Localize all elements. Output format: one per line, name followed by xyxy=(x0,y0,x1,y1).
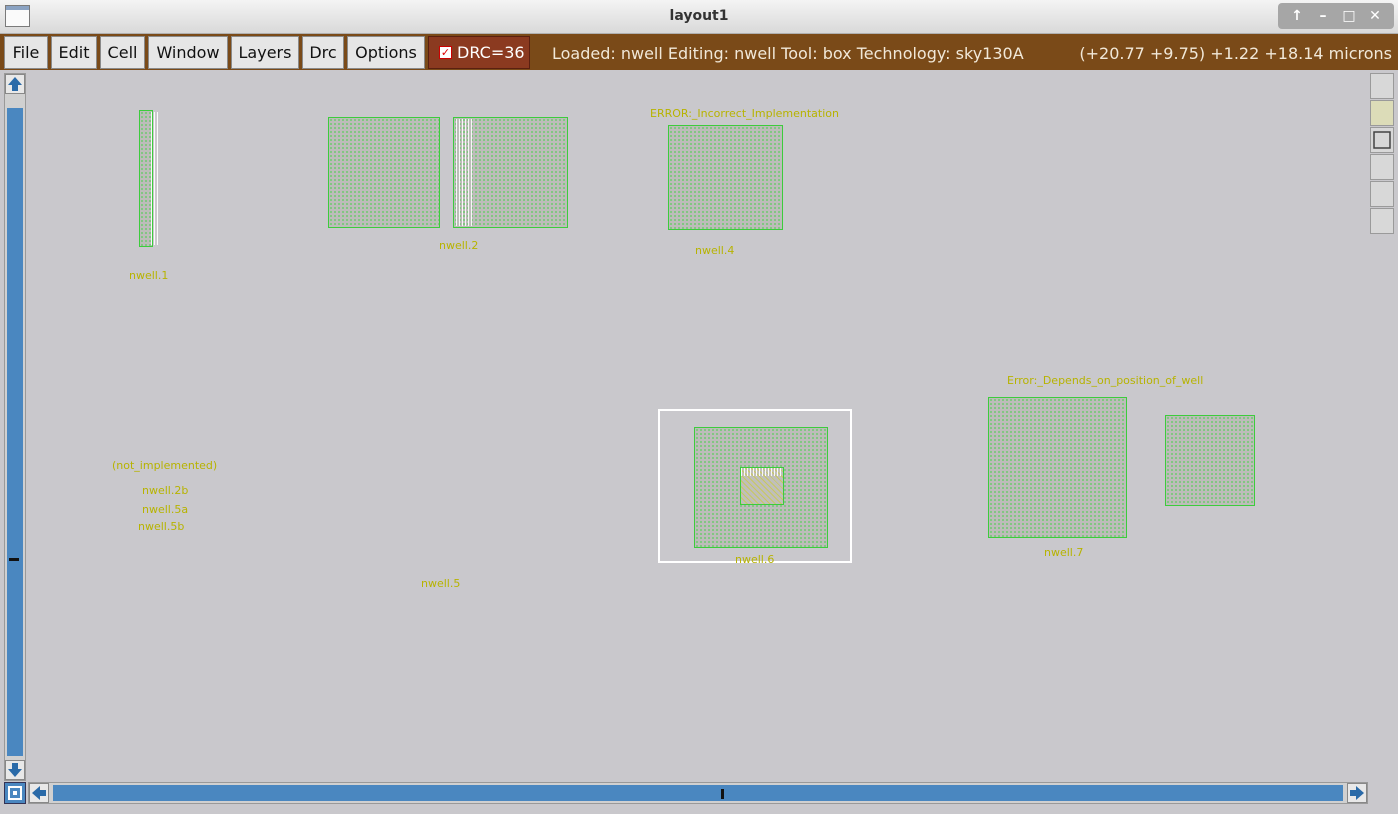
palette-button-6[interactable] xyxy=(1370,208,1394,234)
restore-icon[interactable]: □ xyxy=(1338,8,1360,24)
close-icon[interactable]: ✕ xyxy=(1364,8,1386,24)
menu-layers[interactable]: Layers xyxy=(231,36,299,69)
arrow-up-icon[interactable] xyxy=(5,74,25,94)
label-nwell2b: nwell.2b xyxy=(142,484,189,497)
title-bar[interactable]: layout1 ↑ – □ ✕ xyxy=(0,0,1398,34)
vertical-scroll-marker xyxy=(9,558,19,561)
nwell-shape[interactable] xyxy=(328,117,440,228)
checkbox-checked-icon[interactable]: ✓ xyxy=(439,46,452,59)
arrow-down-icon[interactable] xyxy=(5,760,25,780)
nwell-overlap xyxy=(151,112,159,245)
menu-edit[interactable]: Edit xyxy=(51,36,97,69)
vertical-scrollbar[interactable] xyxy=(4,73,26,781)
drc-toggle-button[interactable]: ✓ DRC=36 xyxy=(428,36,530,69)
nwell-shape[interactable] xyxy=(668,125,783,230)
menu-window[interactable]: Window xyxy=(148,36,228,69)
palette-button-2[interactable] xyxy=(1370,100,1394,126)
nwell-shape[interactable] xyxy=(988,397,1127,538)
nwell-overlap xyxy=(456,119,474,226)
zoom-box-icon[interactable] xyxy=(4,782,26,804)
menu-cell[interactable]: Cell xyxy=(100,36,145,69)
menu-file[interactable]: File xyxy=(4,36,48,69)
menu-options[interactable]: Options xyxy=(347,36,425,69)
label-nwell2: nwell.2 xyxy=(439,239,479,252)
cursor-coordinates: (+20.77 +9.75) +1.22 +18.14 microns xyxy=(1079,44,1392,63)
label-nwell5b: nwell.5b xyxy=(138,520,185,533)
label-nwell6: nwell.6 xyxy=(735,553,775,566)
palette-box-icon[interactable] xyxy=(1370,127,1394,153)
label-error-incorrect: ERROR:_Incorrect_Implementation xyxy=(650,107,839,120)
label-not-implemented: (not_implemented) xyxy=(112,459,218,472)
arrow-left-icon[interactable] xyxy=(29,783,49,803)
palette-button-4[interactable] xyxy=(1370,154,1394,180)
horizontal-scroll-thumb[interactable] xyxy=(53,785,1343,801)
label-nwell4: nwell.4 xyxy=(695,244,735,257)
layout-canvas[interactable]: nwell.1 nwell.2 ERROR:_Incorrect_Impleme… xyxy=(28,72,1368,780)
drc-count-label: DRC=36 xyxy=(457,43,525,62)
label-nwell5a: nwell.5a xyxy=(142,503,189,516)
horizontal-scroll-marker xyxy=(721,789,724,799)
status-text: Loaded: nwell Editing: nwell Tool: box T… xyxy=(552,44,1024,63)
label-nwell1: nwell.1 xyxy=(129,269,169,282)
horizontal-scrollbar[interactable] xyxy=(28,782,1368,804)
label-nwell7: nwell.7 xyxy=(1044,546,1084,559)
menu-bar: File Edit Cell Window Layers Drc Options… xyxy=(0,34,1398,70)
arrow-right-icon[interactable] xyxy=(1347,783,1367,803)
selection-box[interactable] xyxy=(658,409,852,563)
window-controls: ↑ – □ ✕ xyxy=(1278,3,1394,29)
vertical-scroll-thumb[interactable] xyxy=(7,108,23,756)
window-title: layout1 xyxy=(669,8,729,24)
label-nwell5: nwell.5 xyxy=(421,577,461,590)
label-error-position: Error:_Depends_on_position_of_well xyxy=(1007,374,1204,387)
magic-layout-window: layout1 ↑ – □ ✕ File Edit Cell Window La… xyxy=(0,0,1398,814)
palette-button-5[interactable] xyxy=(1370,181,1394,207)
palette-button-1[interactable] xyxy=(1370,73,1394,99)
maximize-icon[interactable]: ↑ xyxy=(1286,8,1308,24)
nwell-shape[interactable] xyxy=(1165,415,1255,506)
menu-drc[interactable]: Drc xyxy=(302,36,344,69)
minimize-icon[interactable]: – xyxy=(1312,8,1334,24)
